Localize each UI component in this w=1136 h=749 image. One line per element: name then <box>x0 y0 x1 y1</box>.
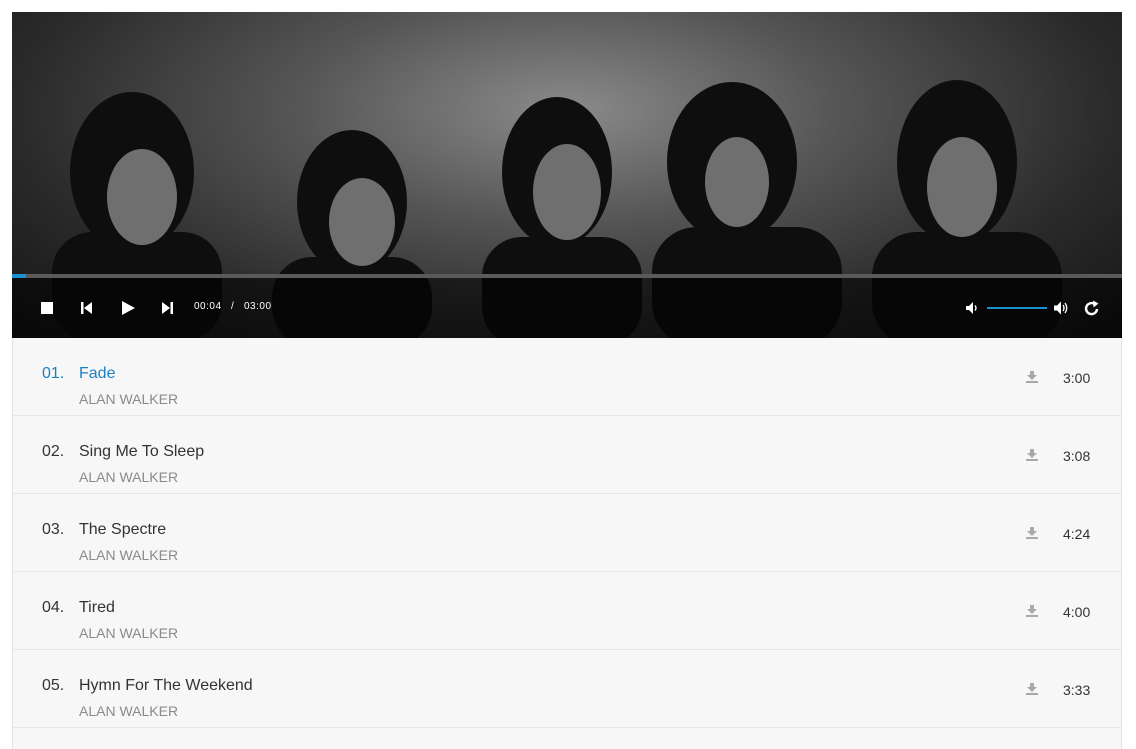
track-artist: ALAN WALKER <box>79 625 179 641</box>
track-duration: 3:00 <box>1063 370 1091 386</box>
track-artist: ALAN WALKER <box>79 547 179 563</box>
track-artist: ALAN WALKER <box>79 703 179 719</box>
track-duration: 4:00 <box>1063 604 1091 620</box>
track-number: 01. <box>42 365 65 382</box>
track-duration: 4:24 <box>1063 526 1091 542</box>
current-time: 00:04 <box>194 301 222 312</box>
download-icon[interactable] <box>1025 370 1039 384</box>
volume-slider[interactable] <box>987 307 1047 309</box>
track-number: 03. <box>42 521 65 538</box>
track-item[interactable]: 03. The Spectre ALAN WALKER 4:24 <box>13 494 1121 572</box>
download-icon[interactable] <box>1025 526 1039 540</box>
repeat-button[interactable] <box>1084 299 1100 317</box>
track-number: 05. <box>42 677 65 694</box>
playlist: 01. Fade ALAN WALKER 3:00 02. Sing Me To… <box>12 338 1122 749</box>
download-icon[interactable] <box>1025 448 1039 462</box>
track-duration: 3:08 <box>1063 448 1091 464</box>
repeat-icon <box>1084 300 1099 316</box>
track-title: Fade <box>79 365 116 382</box>
track-artist: ALAN WALKER <box>79 391 179 407</box>
volume-max-button[interactable] <box>1053 300 1070 316</box>
track-item[interactable]: 05. Hymn For The Weekend ALAN WALKER 3:3… <box>13 650 1121 728</box>
track-number: 04. <box>42 599 65 616</box>
volume-max-icon <box>1054 301 1068 315</box>
play-button[interactable] <box>120 300 136 316</box>
previous-icon <box>81 302 92 314</box>
track-artist: ALAN WALKER <box>79 469 179 485</box>
track-item[interactable]: 01. Fade ALAN WALKER 3:00 <box>13 338 1121 416</box>
download-icon[interactable] <box>1025 682 1039 696</box>
volume-fill <box>987 307 1047 309</box>
track-title: Tired <box>79 599 115 616</box>
play-icon <box>122 301 135 315</box>
time-separator: / <box>231 301 235 312</box>
track-item[interactable]: 04. Tired ALAN WALKER 4:00 <box>13 572 1121 650</box>
track-item[interactable]: 02. Sing Me To Sleep ALAN WALKER 3:08 <box>13 416 1121 494</box>
track-number: 02. <box>42 443 65 460</box>
control-bar: 00:04 / 03:00 <box>12 278 1122 338</box>
volume-mute-icon <box>966 302 977 314</box>
total-time: 03:00 <box>244 301 272 312</box>
stop-button[interactable] <box>41 302 53 314</box>
track-title: The Spectre <box>79 521 167 538</box>
audio-player: 00:04 / 03:00 <box>12 12 1122 338</box>
previous-button[interactable] <box>80 300 94 316</box>
download-icon[interactable] <box>1025 604 1039 618</box>
track-duration: 3:33 <box>1063 682 1091 698</box>
next-button[interactable] <box>160 300 174 316</box>
track-title: Sing Me To Sleep <box>79 443 205 460</box>
mute-button[interactable] <box>965 301 979 315</box>
track-title: Hymn For The Weekend <box>79 677 253 694</box>
next-icon <box>162 302 173 314</box>
